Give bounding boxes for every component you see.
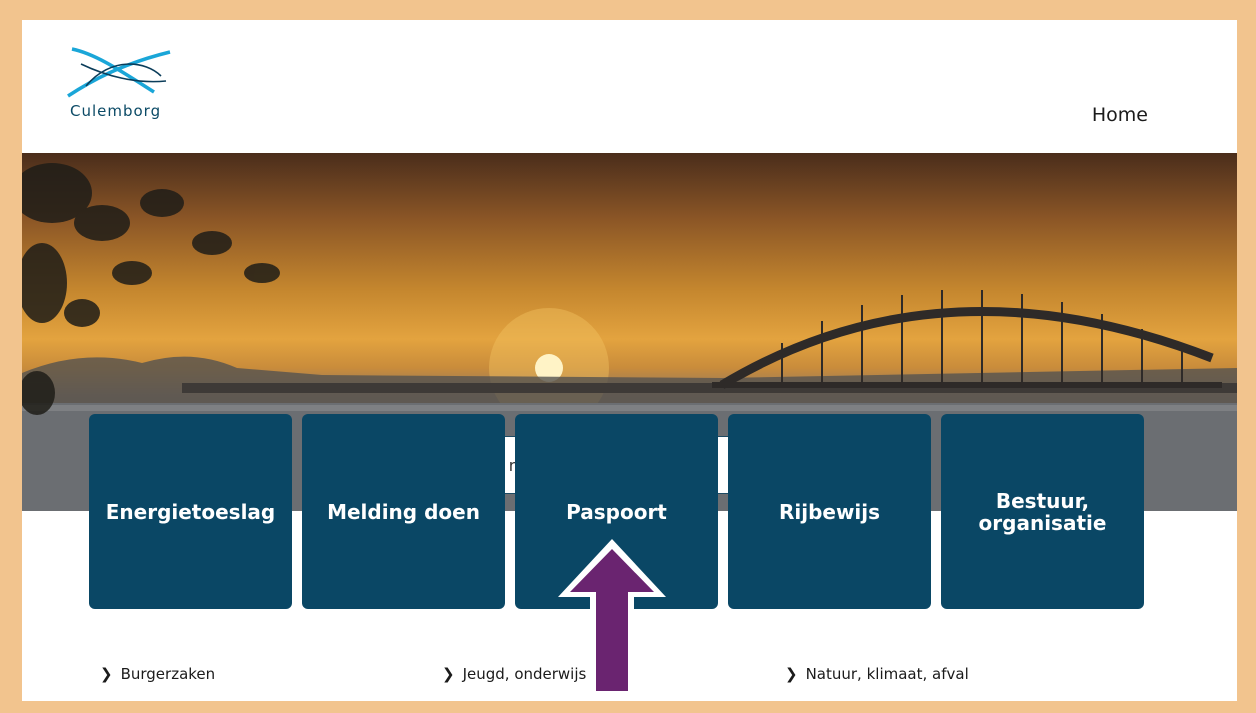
link-jeugd-onderwijs[interactable]: ❯ Jeugd, onderwijs xyxy=(442,665,586,683)
logo-text: Culemborg xyxy=(70,102,162,120)
chevron-right-icon: ❯ xyxy=(100,665,113,683)
logo-mark-icon xyxy=(67,47,171,98)
website-page: Culemborg Home Waar bent u naar op zoek?… xyxy=(22,20,1237,701)
link-label: Jeugd, onderwijs xyxy=(462,665,587,683)
link-natuur-klimaat-afval[interactable]: ❯ Natuur, klimaat, afval xyxy=(785,665,969,683)
nav-home-link[interactable]: Home xyxy=(1092,104,1148,126)
tile-melding-doen[interactable]: Melding doen xyxy=(302,414,505,609)
chevron-right-icon: ❯ xyxy=(785,665,798,683)
chevron-right-icon: ❯ xyxy=(442,665,455,683)
tile-energietoeslag[interactable]: Energietoeslag xyxy=(89,414,292,609)
link-burgerzaken[interactable]: ❯ Burgerzaken xyxy=(100,665,215,683)
link-label: Natuur, klimaat, afval xyxy=(805,665,969,683)
culemborg-logo[interactable]: Culemborg xyxy=(66,46,176,126)
link-label: Burgerzaken xyxy=(120,665,216,683)
tile-bestuur-organisatie[interactable]: Bestuur, organisatie xyxy=(941,414,1144,609)
tile-rijbewijs[interactable]: Rijbewijs xyxy=(728,414,931,609)
